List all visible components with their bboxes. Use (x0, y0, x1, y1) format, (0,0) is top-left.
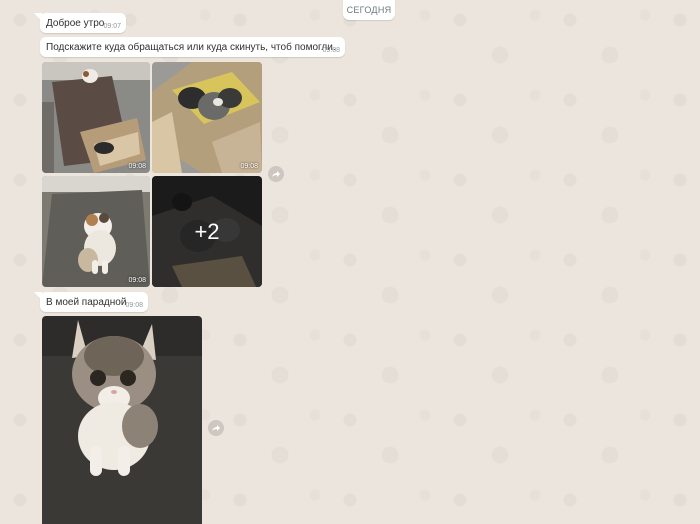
bubble-tail (34, 292, 42, 300)
more-photos-count: +2 (194, 218, 220, 244)
more-photos-overlay[interactable]: +2 (152, 176, 262, 287)
message-bubble: Подскажите куда обращаться или куда скин… (40, 37, 345, 57)
forward-arrow-icon (272, 171, 280, 177)
bubble-tail (34, 13, 42, 21)
photo-time: 09:08 (128, 163, 146, 170)
forward-button[interactable] (268, 166, 284, 182)
message-time: 09:08 (125, 302, 143, 309)
message-text: В моей парадной (46, 297, 127, 308)
message-bubble: Доброе утро 09:07 (34, 13, 126, 33)
photo-time: 09:08 (240, 163, 258, 170)
forward-button[interactable] (208, 420, 224, 436)
single-photo[interactable] (42, 316, 202, 524)
message-time: 09:07 (103, 23, 121, 30)
album-photo-3[interactable]: 09:08 (42, 176, 150, 287)
album-photo-2[interactable]: 09:08 (152, 62, 262, 173)
forward-arrow-icon (212, 425, 220, 431)
album-photo-4[interactable]: +2 (152, 176, 262, 287)
album-photo-1[interactable]: 09:08 (42, 62, 150, 173)
message-text: Подскажите куда обращаться или куда скин… (46, 42, 336, 53)
date-divider: СЕГОДНЯ (343, 0, 395, 20)
message-bubble: В моей парадной 09:08 (34, 292, 148, 312)
message-text: Доброе утро (46, 18, 105, 29)
photo-time: 09:08 (128, 277, 146, 284)
message-time: 09:08 (322, 47, 340, 54)
